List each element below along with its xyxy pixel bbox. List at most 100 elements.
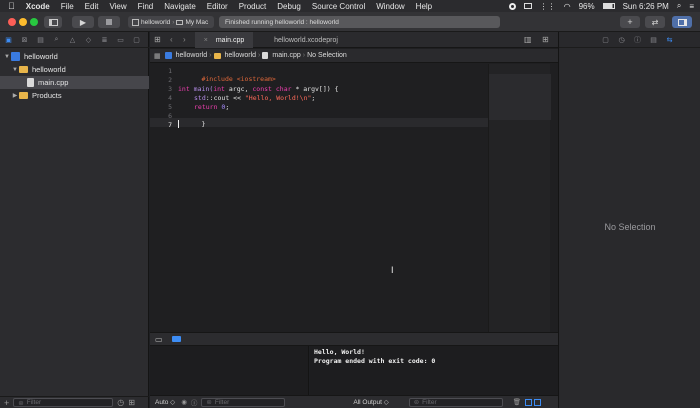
quick-help-icon[interactable]: ⓘ	[633, 35, 642, 44]
screen-icon[interactable]	[523, 3, 532, 9]
related-items-icon[interactable]: ⊞	[154, 35, 161, 44]
code-line-6: }	[178, 112, 205, 136]
project-navigator: ▣ ⊠ ▤ ⌕ △ ◇ ≣ ▭ ▢ ▼ helloworld ▼ hellowo…	[0, 32, 149, 408]
breakpoint-navigator-icon[interactable]: ▭	[116, 35, 125, 44]
source-control-icon[interactable]: ⊠	[20, 35, 29, 44]
tab-main-cpp[interactable]: × main.cpp	[195, 32, 253, 48]
disclosure-closed-icon[interactable]: ▶	[11, 92, 19, 99]
report-navigator-icon[interactable]: ▢	[132, 35, 141, 44]
quick-look-icon[interactable]: ◉	[181, 398, 187, 406]
code-line-4: std::cout << "Hello, World!\n";	[194, 94, 315, 102]
code-token: }	[201, 120, 206, 128]
forward-icon[interactable]: ›	[183, 35, 186, 44]
hide-debug-area-icon[interactable]: ▭	[155, 335, 163, 344]
folder-icon	[19, 66, 28, 73]
console-output[interactable]: Hello, World! Program ended with exit co…	[310, 346, 558, 395]
record-icon[interactable]	[508, 2, 516, 10]
file-icon	[27, 78, 34, 87]
folder-navigator-icon[interactable]: ▣	[4, 35, 13, 44]
recent-files-icon[interactable]: ◷	[117, 398, 124, 407]
jump-bar-symbol[interactable]: No Selection	[307, 52, 347, 59]
variables-scope-popup[interactable]: Auto ◇	[155, 398, 175, 406]
tree-item-products[interactable]: ▶ Products	[0, 89, 149, 102]
chevron-right-icon: ›	[258, 52, 261, 59]
jump-bar-project[interactable]: helloworld	[176, 52, 208, 59]
menu-clock[interactable]: Sun 6:26 PM	[623, 2, 669, 11]
tree-item-group[interactable]: ▼ helloworld	[0, 63, 149, 76]
menu-edit[interactable]: Edit	[85, 2, 99, 11]
symbol-navigator-icon[interactable]: ▤	[36, 35, 45, 44]
tab-label: main.cpp	[215, 36, 245, 44]
code-line-3: int main(int argc, const char * argv[]) …	[178, 85, 339, 93]
add-file-icon[interactable]: +	[4, 398, 9, 408]
menu-editor[interactable]: Editor	[207, 2, 228, 11]
history-inspector-icon[interactable]: ◷	[617, 35, 626, 44]
spotlight-icon[interactable]: ⌕	[677, 1, 681, 11]
menu-debug[interactable]: Debug	[277, 2, 301, 11]
toggle-navigator-button[interactable]	[44, 16, 62, 28]
scm-filter-icon[interactable]: ⊞	[128, 398, 135, 407]
battery-icon[interactable]	[602, 3, 615, 9]
code-line-5: return 0;	[194, 103, 229, 111]
wifi-icon[interactable]: ◠	[564, 2, 571, 11]
debug-navigator-icon[interactable]: ≣	[100, 35, 109, 44]
list-icon[interactable]: ≡	[689, 2, 694, 11]
library-button[interactable]: +	[620, 16, 640, 28]
file-inspector-icon[interactable]: ▢	[601, 35, 610, 44]
minimap-visible-region[interactable]	[489, 74, 551, 120]
navigator-filter-bar: + ⊜ Filter ◷ ⊞	[0, 396, 149, 408]
menu-source-control[interactable]: Source Control	[312, 2, 365, 11]
minimap[interactable]	[488, 64, 551, 332]
menu-help[interactable]: Help	[416, 2, 432, 11]
run-button[interactable]: ▶	[72, 16, 94, 28]
variables-pane-toggle-icon[interactable]	[524, 398, 532, 406]
editor-tab-bar: ⊞ ‹ › × main.cpp helloworld.xcodeproj ▥ …	[150, 32, 558, 48]
console-output-popup[interactable]: All Output ◇	[353, 398, 388, 406]
jump-bar-file[interactable]: main.cpp	[272, 52, 300, 59]
console-pane-toggle-icon[interactable]	[533, 398, 541, 406]
menu-app-name[interactable]: Xcode	[26, 2, 50, 11]
grid-icon[interactable]: ⋮⋮	[540, 2, 556, 11]
trash-icon[interactable]: 🗑	[513, 398, 521, 406]
scheme-selector[interactable]: helloworld › My Mac	[128, 16, 214, 28]
add-editor-icon[interactable]: ⊞	[542, 35, 549, 44]
variables-filter-field[interactable]: ⊜ Filter	[201, 397, 286, 407]
minimize-window-button[interactable]	[19, 18, 27, 26]
close-tab-icon[interactable]: ×	[204, 37, 208, 44]
test-navigator-icon[interactable]: ◇	[84, 35, 93, 44]
jump-bar-group[interactable]: helloworld	[225, 52, 257, 59]
disclosure-open-icon[interactable]: ▼	[11, 67, 19, 73]
stop-button[interactable]	[98, 16, 120, 28]
find-navigator-icon[interactable]: ⌕	[52, 35, 61, 44]
split-editor-icon[interactable]: ▥	[524, 35, 532, 44]
attributes-inspector-icon[interactable]: ⇆	[665, 35, 674, 44]
code-token: #include <iostream>	[201, 75, 276, 83]
menu-bar:  Xcode File Edit View Find Navigate Edi…	[0, 0, 700, 12]
identity-inspector-icon[interactable]: ▤	[649, 35, 658, 44]
menu-navigate[interactable]: Navigate	[164, 2, 196, 11]
related-menu-icon[interactable]: ▦	[154, 52, 161, 60]
tab-xcodeproj[interactable]: helloworld.xcodeproj	[254, 32, 358, 48]
tree-item-main-cpp[interactable]: main.cpp	[0, 76, 149, 89]
menu-file[interactable]: File	[61, 2, 74, 11]
breakpoints-toggle-icon[interactable]	[172, 336, 181, 342]
code-review-button[interactable]: ⇄	[645, 16, 665, 28]
issue-navigator-icon[interactable]: △	[68, 35, 77, 44]
code-token: int	[213, 85, 225, 93]
menu-view[interactable]: View	[109, 2, 126, 11]
plus-icon: +	[627, 17, 633, 27]
disclosure-open-icon[interactable]: ▼	[3, 54, 11, 60]
menu-window[interactable]: Window	[376, 2, 404, 11]
toggle-inspector-button[interactable]	[672, 16, 692, 28]
close-window-button[interactable]	[8, 18, 16, 26]
apple-menu-icon[interactable]: 	[8, 1, 15, 11]
info-icon[interactable]: ⓘ	[191, 397, 198, 407]
tree-item-project[interactable]: ▼ helloworld	[0, 50, 149, 63]
menu-product[interactable]: Product	[239, 2, 267, 11]
zoom-window-button[interactable]	[30, 18, 38, 26]
console-filter-field[interactable]: ⊜ Filter	[408, 397, 503, 407]
menu-find[interactable]: Find	[138, 2, 154, 11]
back-icon[interactable]: ‹	[170, 35, 173, 44]
text-caret	[178, 120, 179, 128]
navigator-filter-field[interactable]: ⊜ Filter	[13, 398, 114, 407]
